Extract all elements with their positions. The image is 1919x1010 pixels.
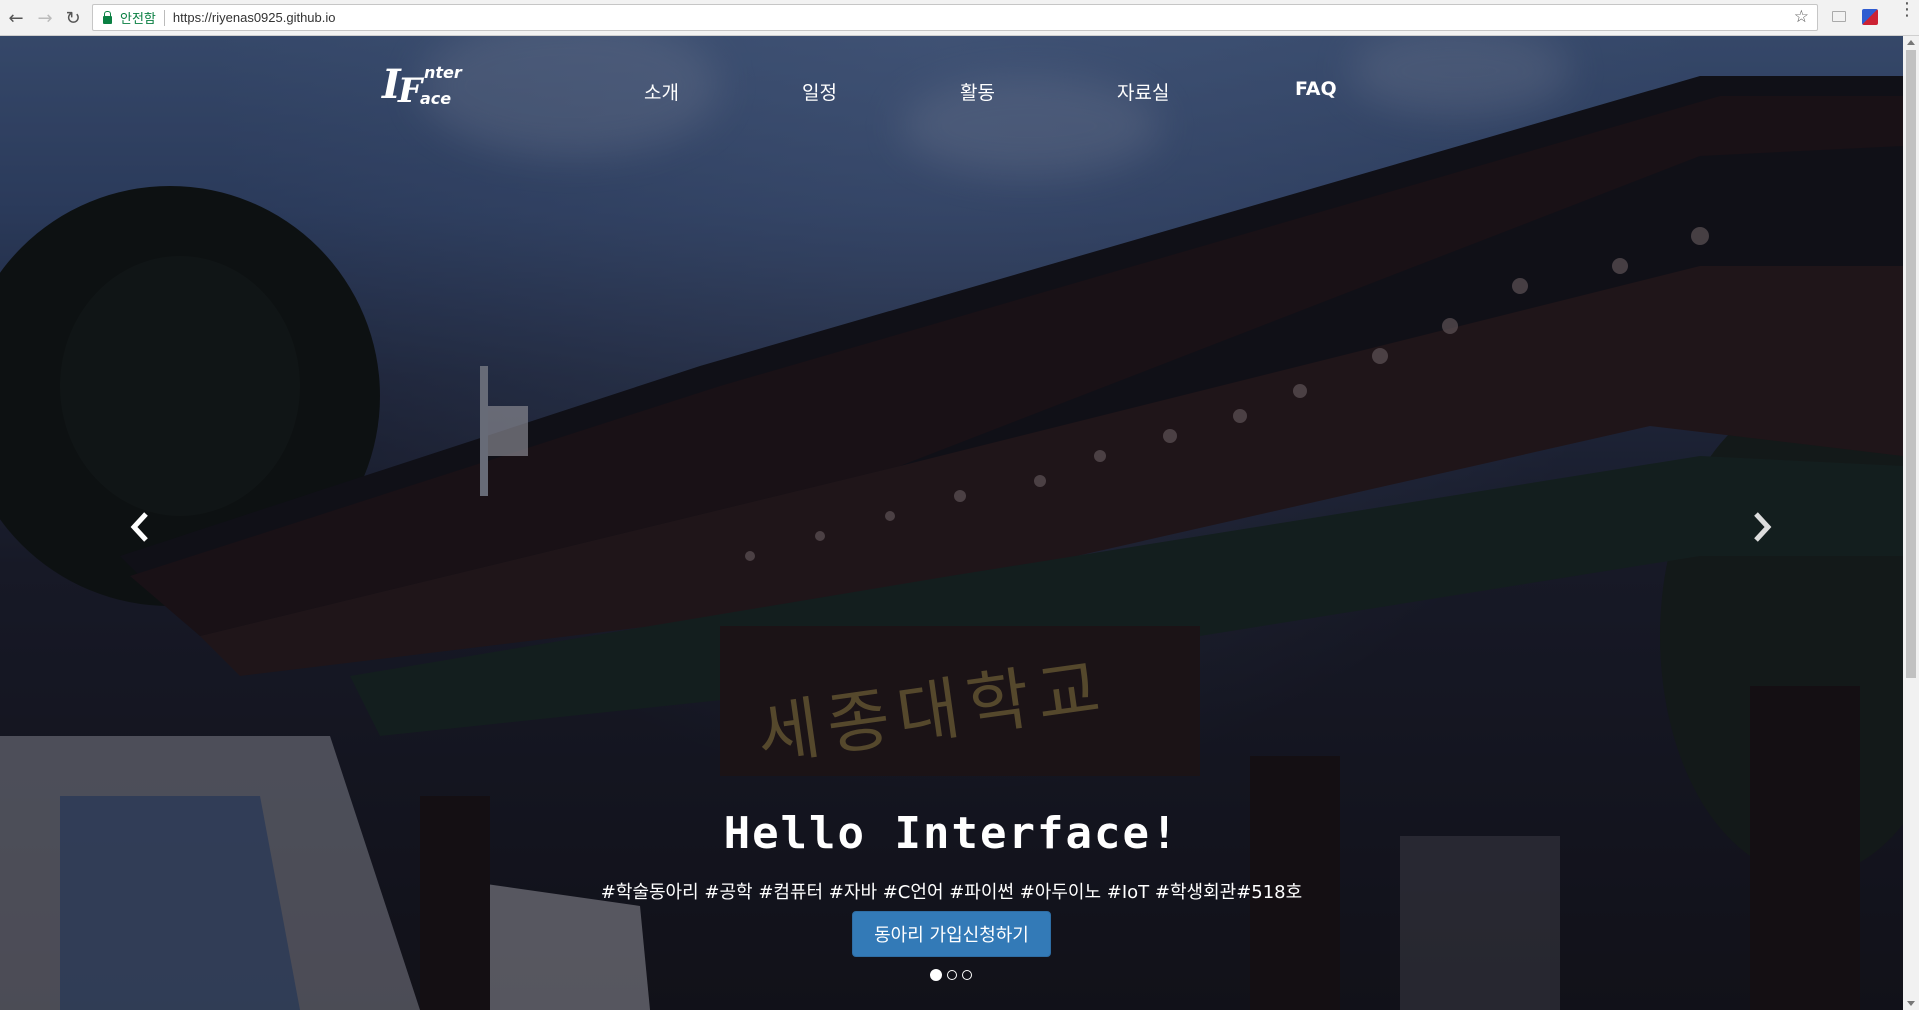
- dark-overlay: [0, 36, 1903, 1010]
- address-separator: [163, 9, 165, 26]
- page-scrollbar[interactable]: [1903, 36, 1919, 1010]
- back-icon[interactable]: ←: [4, 6, 28, 30]
- url-text[interactable]: https://riyenas0925.github.io: [173, 10, 336, 25]
- lock-icon: [103, 10, 112, 24]
- page: 세종대학교 I F nter ace 소개 일정 활동 자료실 FAQ Hell…: [0, 36, 1903, 1010]
- scroll-up-icon[interactable]: [1907, 40, 1915, 45]
- svg-text:nter: nter: [424, 63, 463, 82]
- carousel-indicator-1[interactable]: [930, 969, 942, 981]
- chevron-right-icon[interactable]: [1750, 510, 1774, 544]
- scroll-down-icon[interactable]: [1907, 1001, 1915, 1006]
- extension-icon[interactable]: [1862, 9, 1878, 25]
- svg-text:ace: ace: [420, 89, 451, 108]
- carousel-caption-title: Hello Interface!: [723, 808, 1180, 859]
- reload-icon[interactable]: ↻: [61, 6, 85, 30]
- menu-icon[interactable]: ⋮: [1898, 1, 1916, 19]
- browser-toolbar: ← → ↻ 안전함 https://riyenas0925.github.io …: [0, 0, 1919, 36]
- carousel-indicators: [930, 969, 972, 981]
- carousel-indicator-3[interactable]: [962, 970, 972, 980]
- carousel-slide-background: 세종대학교: [0, 36, 1903, 1010]
- secure-label: 안전함: [120, 12, 156, 27]
- forward-icon[interactable]: →: [33, 6, 57, 30]
- carousel-indicator-2[interactable]: [947, 970, 957, 980]
- site-logo[interactable]: I F nter ace: [380, 56, 470, 110]
- scrollbar-thumb[interactable]: [1906, 50, 1916, 678]
- nav-item-schedule[interactable]: 일정: [802, 78, 837, 105]
- nav-item-resources[interactable]: 자료실: [1117, 78, 1169, 105]
- nav-item-about[interactable]: 소개: [644, 78, 679, 105]
- chevron-left-icon[interactable]: [128, 510, 152, 544]
- join-club-button[interactable]: 동아리 가입신청하기: [852, 911, 1051, 957]
- carousel-caption-tags: #학술동아리 #공학 #컴퓨터 #자바 #C언어 #파이썬 #아두이노 #IoT…: [600, 882, 1303, 903]
- star-icon[interactable]: ☆: [1794, 7, 1809, 27]
- extension-icon[interactable]: [1832, 11, 1846, 22]
- nav-item-faq[interactable]: FAQ: [1295, 78, 1337, 100]
- address-bar[interactable]: 안전함 https://riyenas0925.github.io ☆: [92, 4, 1818, 31]
- nav-item-activities[interactable]: 활동: [960, 78, 995, 105]
